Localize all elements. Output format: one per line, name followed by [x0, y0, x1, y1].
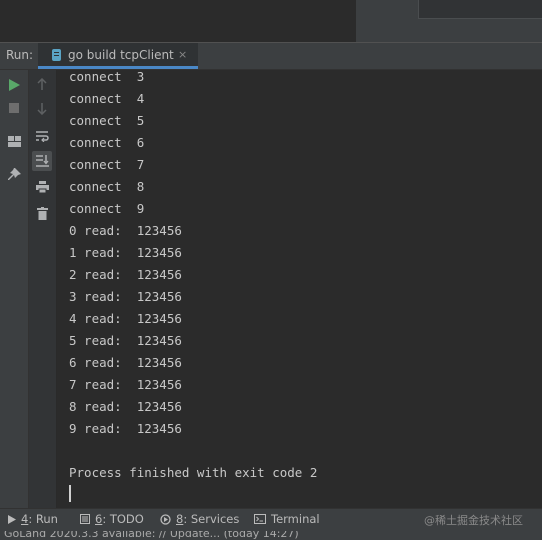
- layout-icon: [7, 135, 21, 147]
- scroll-to-end-icon: [35, 155, 49, 167]
- rerun-button[interactable]: [5, 76, 23, 94]
- run-config-tab-label: go build tcpClient: [68, 48, 174, 62]
- todo-list-icon: [80, 514, 90, 524]
- editor-pane: [0, 0, 356, 42]
- console-line: connect 6: [69, 135, 145, 150]
- soft-wrap-icon: [35, 131, 49, 142]
- console-line: 8 read: 123456: [69, 399, 182, 414]
- run-tab-label: : Run: [28, 512, 58, 526]
- soft-wrap-button[interactable]: [33, 127, 51, 145]
- console-lines: connect 3 connect 4 connect 5 connect 6 …: [69, 70, 317, 502]
- console-line: 6 read: 123456: [69, 355, 182, 370]
- run-tool-tab[interactable]: 4: Run: [8, 512, 58, 526]
- console-line: 0 read: 123456: [69, 223, 182, 238]
- layout-button[interactable]: [5, 132, 23, 150]
- todo-tab-label: : TODO: [102, 512, 144, 526]
- console-line: 9 read: 123456: [69, 421, 182, 436]
- scroll-to-end-button[interactable]: [32, 151, 52, 171]
- console-line: 5 read: 123456: [69, 333, 182, 348]
- arrow-down-icon: [37, 103, 47, 115]
- services-tool-tab[interactable]: 8: Services: [160, 512, 239, 526]
- update-notification[interactable]: GoLand 2020.3.3 available: // Update... …: [4, 531, 299, 540]
- pin-icon: [7, 167, 21, 180]
- console-line: connect 8: [69, 179, 145, 194]
- console-line: 1 read: 123456: [69, 245, 182, 260]
- console-output[interactable]: connect 3 connect 4 connect 5 connect 6 …: [57, 70, 542, 508]
- run-tool-header: Run: go build tcpClient ×: [0, 43, 542, 70]
- terminal-tool-tab[interactable]: Terminal: [254, 512, 320, 526]
- services-icon: [160, 513, 171, 525]
- trash-icon: [36, 206, 48, 220]
- console-line: connect 3: [69, 70, 145, 84]
- clear-all-button[interactable]: [33, 204, 51, 222]
- console-line: 3 read: 123456: [69, 289, 182, 304]
- terminal-icon: [254, 514, 266, 524]
- text-cursor: [69, 485, 71, 502]
- arrow-up-icon: [37, 78, 47, 90]
- run-label: Run:: [6, 48, 34, 62]
- tool-window-bar: 4: Run 6: TODO 8: Services Terminal @稀土掘…: [0, 508, 542, 531]
- console-line: 7 read: 123456: [69, 377, 182, 392]
- pin-tab-button[interactable]: [5, 165, 23, 183]
- exit-message: Process finished with exit code 2: [69, 465, 318, 480]
- console-line: connect 9: [69, 201, 145, 216]
- play-icon: [8, 79, 20, 91]
- console-line: 4 read: 123456: [69, 311, 182, 326]
- side-panel: [418, 0, 542, 19]
- services-tab-label: : Services: [183, 512, 240, 526]
- previous-occurrence-button[interactable]: [33, 75, 51, 93]
- todo-tool-tab[interactable]: 6: TODO: [80, 512, 144, 526]
- play-icon: [8, 514, 16, 524]
- print-icon: [35, 181, 49, 193]
- status-bar: GoLand 2020.3.3 available: // Update... …: [0, 531, 542, 540]
- terminal-tab-label: Terminal: [271, 512, 320, 526]
- run-config-tab[interactable]: go build tcpClient ×: [38, 43, 198, 69]
- close-icon[interactable]: ×: [178, 48, 187, 61]
- run-toolbar-primary: [0, 70, 29, 508]
- console-line: 2 read: 123456: [69, 267, 182, 282]
- run-toolbar-secondary: [29, 70, 57, 508]
- next-occurrence-button[interactable]: [33, 100, 51, 118]
- stop-button[interactable]: [5, 99, 23, 117]
- console-line: connect 5: [69, 113, 145, 128]
- console-line: connect 7: [69, 157, 145, 172]
- editor-area: [0, 0, 542, 42]
- stop-icon: [9, 103, 19, 113]
- go-file-icon: [52, 49, 61, 61]
- print-button[interactable]: [33, 178, 51, 196]
- console-line: connect 4: [69, 91, 145, 106]
- watermark: @稀土掘金技术社区: [424, 514, 523, 527]
